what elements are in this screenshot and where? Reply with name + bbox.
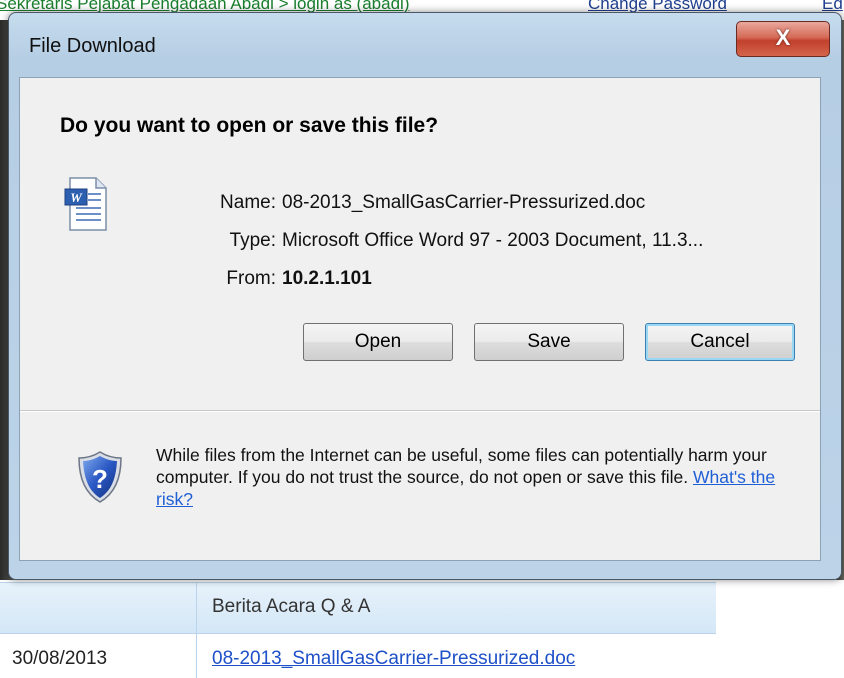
file-name-value: 08-2013_SmallGasCarrier-Pressurized.doc (282, 192, 646, 213)
cancel-button[interactable]: Cancel (645, 323, 795, 361)
svg-text:?: ? (92, 464, 108, 494)
dialog-content: Do you want to open or save this file? W… (19, 77, 821, 561)
svg-text:W: W (70, 190, 83, 205)
file-download-dialog: File Download X Do you want to open or s… (8, 12, 842, 580)
from-label: From: (226, 268, 276, 289)
table-header-berita-acara: Berita Acara Q & A (212, 596, 371, 617)
warning-message: While files from the Internet can be use… (156, 445, 767, 487)
dialog-question: Do you want to open or save this file? (60, 114, 439, 137)
dialog-title: File Download (29, 35, 156, 57)
file-source-value: 10.2.1.101 (282, 268, 372, 289)
close-button[interactable]: X (736, 21, 830, 57)
type-label: Type: (229, 230, 276, 251)
save-button[interactable]: Save (474, 323, 624, 361)
table-column-separator (196, 582, 197, 678)
name-label: Name: (220, 192, 276, 213)
open-button[interactable]: Open (303, 323, 453, 361)
table-cell-file-link[interactable]: 08-2013_SmallGasCarrier-Pressurized.doc (212, 648, 575, 670)
word-document-icon: W (64, 177, 107, 231)
dialog-divider (20, 410, 820, 412)
file-type-value: Microsoft Office Word 97 - 2003 Document… (282, 230, 704, 251)
background-table: Berita Acara Q & A 30/08/2013 08-2013_Sm… (0, 582, 716, 678)
security-warning-text: While files from the Internet can be use… (156, 444, 816, 510)
security-shield-question-icon: ? (78, 451, 122, 503)
table-cell-date: 30/08/2013 (12, 648, 108, 669)
